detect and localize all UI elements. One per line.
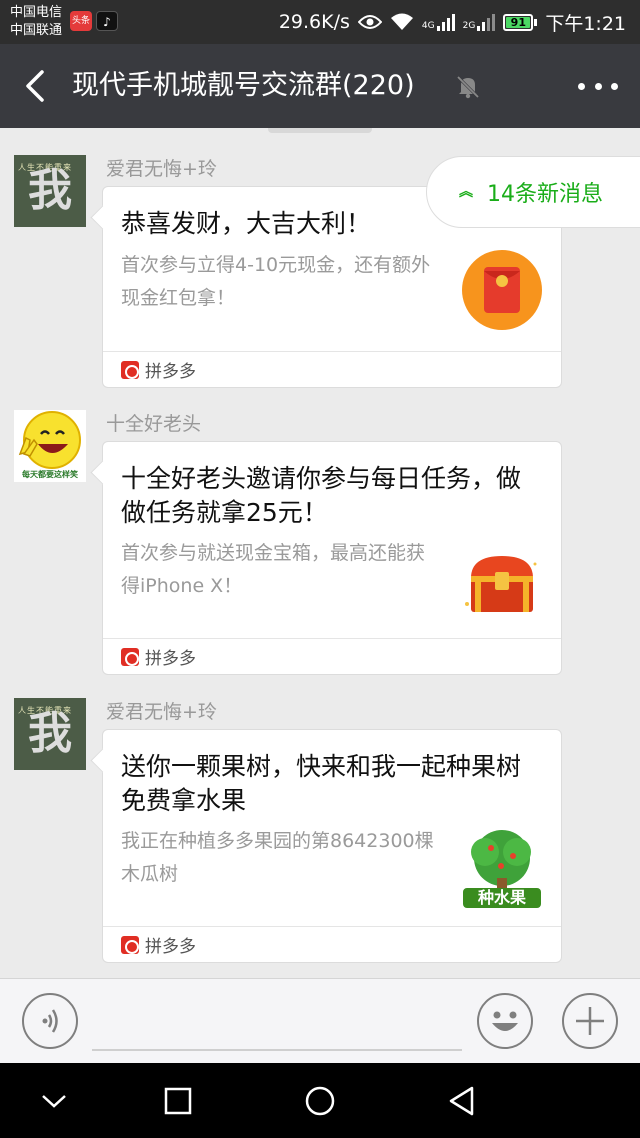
status-right: 29.6K/s 4G 2G 91 下午1:21 [279,0,626,44]
mini-program-card[interactable]: 十全好老头邀请你参与每日任务，做做任务就拿25元！ 首次参与就送现金宝箱，最高还… [102,441,562,675]
avatar[interactable]: 每天都要这样笑 [14,410,86,482]
card-description: 首次参与立得4-10元现金，还有额外现金红包拿！ [121,254,431,309]
dot-icon [578,82,585,90]
square-icon [164,1087,192,1115]
chevron-down-icon [42,1095,66,1108]
input-bar [0,978,640,1063]
new-messages-label: 14条新消息 [487,182,603,207]
notification-icons: 头条 ♪ [70,11,118,31]
mute-bell-icon [456,75,480,99]
sender-name: 十全好老头 [106,413,202,435]
circle-icon [305,1086,335,1116]
card-title: 送你一颗果树，快来和我一起种果树免费拿水果 [121,752,522,815]
voice-icon [42,1009,58,1033]
card-footer: 拼多多 [103,926,561,962]
signal-4g: 4G [422,13,455,31]
back-nav-button[interactable] [442,1081,482,1121]
signal-bars-icon [436,13,455,31]
fruit-tree-icon: 种水果 [461,828,543,910]
net-4g-label: 4G [421,21,435,31]
more-functions-button[interactable] [562,993,618,1049]
pinduoduo-icon [121,360,139,379]
recent-apps-button[interactable] [158,1081,198,1121]
carrier-1: 中国电信 [10,5,63,20]
avatar[interactable]: 人生不能重来 我 [14,155,86,227]
eye-icon [357,15,382,29]
status-bar: 中国电信 中国联通 头条 ♪ 29.6K/s 4G 2G 91 下午1:21 [0,0,640,44]
carrier-info: 中国电信 中国联通 [10,4,62,40]
net-2g-label: 2G [462,21,476,31]
sender-name: 爱君无悔+玲 [106,158,217,180]
avatar-glyph: 我 [28,708,72,759]
douyin-icon: ♪ [96,11,118,31]
hide-keyboard-button[interactable] [34,1081,74,1121]
chevron-left-icon [26,70,44,102]
message-input[interactable] [92,1049,462,1051]
wifi-icon [390,13,413,30]
card-footer: 拼多多 [103,638,561,674]
carrier-2: 中国联通 [10,23,63,38]
pinduoduo-icon [121,935,139,954]
emoji-button[interactable] [477,993,533,1049]
toutiao-icon: 头条 [70,11,92,31]
chat-message: 人生不能重来 我 爱君无悔+玲 送你一颗果树，快来和我一起种果树免费拿水果 我正… [0,698,640,968]
card-source: 拼多多 [145,649,196,669]
plus-icon [576,1007,604,1035]
smiley-icon [492,1011,518,1031]
chat-message: 每天都要这样笑 十全好老头 十全好老头邀请你参与每日任务，做做任务就拿25元！ … [0,410,640,680]
sender-name: 爱君无悔+玲 [106,701,217,723]
red-envelope-icon [461,249,543,331]
more-options-button[interactable] [578,74,618,98]
card-source: 拼多多 [145,937,196,957]
tree-label: 种水果 [477,888,526,907]
new-messages-button[interactable]: ︽ 14条新消息 [426,156,640,228]
back-button[interactable] [14,64,58,108]
chat-header: 现代手机城靓号交流群(220) [0,44,640,128]
card-footer: 拼多多 [103,351,561,387]
treasure-chest-icon [461,544,543,626]
double-chevron-up-icon: ︽ [459,184,473,200]
dot-icon [611,82,618,90]
card-title: 十全好老头邀请你参与每日任务，做做任务就拿25元！ [121,464,522,527]
card-description: 我正在种植多多果园的第8642300棵木瓜树 [121,830,434,885]
triangle-back-icon [449,1086,474,1116]
system-navigation-bar [0,1063,640,1138]
mini-program-card[interactable]: 送你一颗果树，快来和我一起种果树免费拿水果 我正在种植多多果园的第8642300… [102,729,562,963]
card-source: 拼多多 [145,362,196,382]
net-speed: 29.6K/s [278,11,350,33]
page-title: 现代手机城靓号交流群(220) [72,70,415,101]
avatar[interactable]: 人生不能重来 我 [14,698,86,770]
card-description: 首次参与就送现金宝箱，最高还能获得iPhone X！ [121,542,426,597]
signal-bars-icon [477,13,496,31]
signal-2g: 2G [463,13,496,31]
avatar-glyph: 我 [28,165,72,216]
battery-icon: 91 [503,13,538,31]
voice-input-button[interactable] [22,993,78,1049]
pull-indicator [268,128,372,133]
battery-level: 91 [510,15,526,29]
status-time: 下午1:21 [545,12,626,35]
home-button[interactable] [300,1081,340,1121]
dot-icon [594,82,602,90]
avatar-caption: 每天都要这样笑 [22,470,78,479]
pinduoduo-icon [121,647,139,666]
